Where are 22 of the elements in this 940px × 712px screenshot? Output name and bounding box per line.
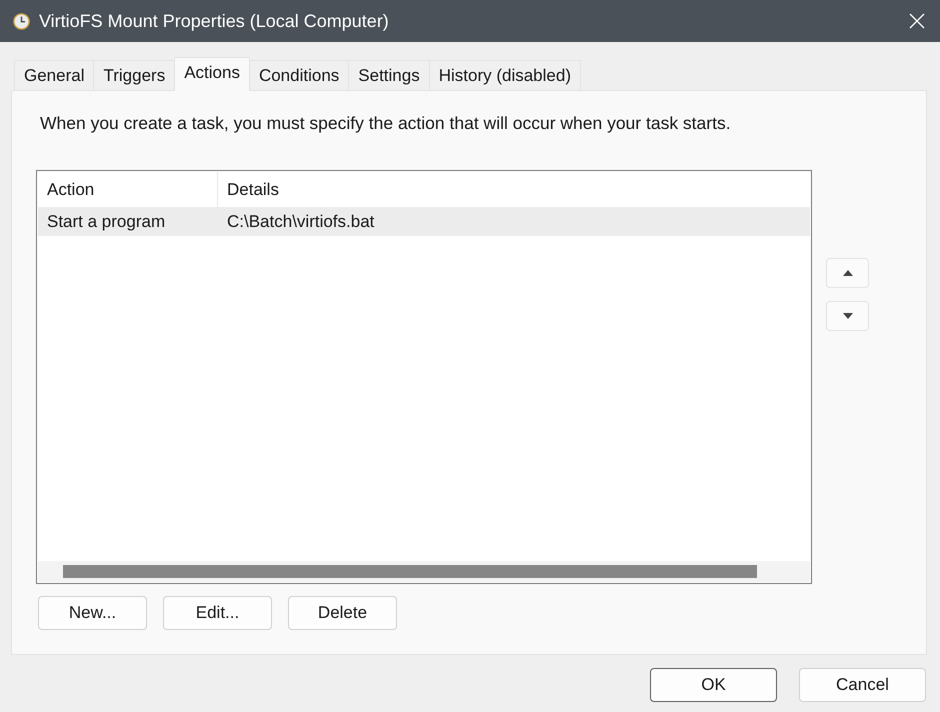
action-button[interactable]: New... [38,596,147,630]
dialog-button[interactable]: OK [650,668,777,702]
tab[interactable]: General [14,60,94,90]
caret-up-icon [842,270,852,276]
window-title: VirtioFS Mount Properties (Local Computer) [39,10,390,32]
caret-down-icon [842,313,852,319]
action-button[interactable]: Delete [288,596,397,630]
close-icon [909,13,925,29]
clock-icon [13,12,30,30]
tab[interactable]: History (disabled) [428,60,581,90]
table-cell-text: Start a program [46,210,166,232]
move-down-button[interactable] [826,301,869,331]
tab[interactable]: Actions [174,57,250,91]
horizontal-scrollbar[interactable] [38,561,810,582]
action-button[interactable]: Edit... [163,596,272,630]
table-cell-text: C:\Batch\virtiofs.bat [226,210,376,232]
column-header[interactable]: Details [218,172,810,207]
list-row[interactable]: Start a program C:\Batch\virtiofs.bat [38,207,810,236]
scrollbar-thumb[interactable] [63,565,757,578]
dialog-button[interactable]: Cancel [799,668,926,702]
move-up-button[interactable] [826,258,869,288]
description-text: When you create a task, you must specify the action that will occur when your task starts. [40,113,732,133]
